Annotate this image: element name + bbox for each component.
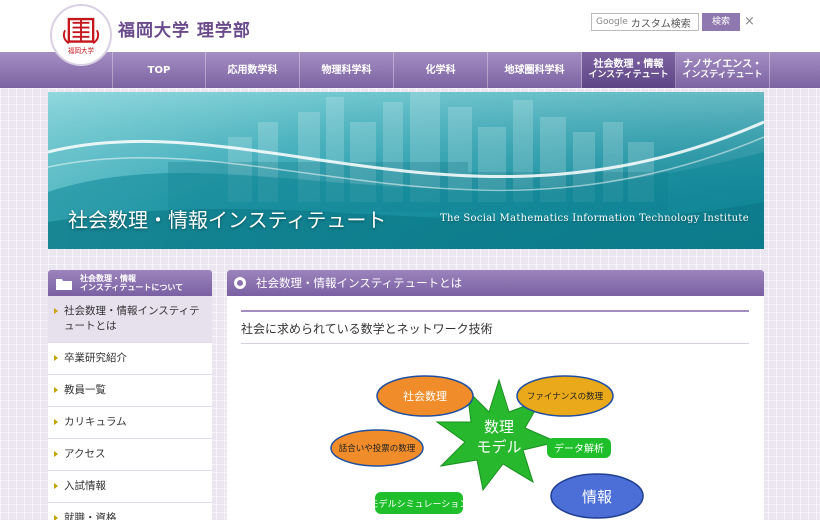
sidebar-item-curriculum[interactable]: カリキュラム (48, 407, 212, 439)
sidebar-item-label: 教員一覧 (64, 384, 106, 396)
main-content: 社会数理・情報インスティテュートとは 社会に求められている数学とネットワーク技術… (227, 270, 764, 520)
node-data-analysis-label: データ解析 (554, 442, 604, 455)
arrow-right-icon (54, 483, 58, 489)
sidebar-item-label: カリキュラム (64, 416, 127, 428)
sidebar-item-label: 就職・資格 (64, 512, 117, 520)
sidebar-item-graduation-research[interactable]: 卒業研究紹介 (48, 343, 212, 375)
nav-item-physics[interactable]: 物理科学科 (300, 52, 394, 88)
nav-label: 地球圏科学科 (504, 64, 565, 76)
sidebar-item-label: 卒業研究紹介 (64, 352, 127, 364)
sidebar-item-admissions[interactable]: 入試情報 (48, 471, 212, 503)
nav-label: 化学科 (425, 64, 456, 76)
logo-caption: 福岡大学 (68, 46, 95, 55)
sidebar-item-label: 入試情報 (64, 480, 106, 492)
node-voting-label: 話合いや投票の数理 (339, 443, 416, 454)
section-heading-text: 社会数理・情報インスティテュートとは (256, 276, 463, 290)
clear-search-icon[interactable]: × (744, 13, 755, 31)
sidebar-heading: 社会数理・情報 インスティテュートについて (48, 270, 212, 296)
concept-diagram: 数理 モデル 社会数理 ファイナンスの数理 話合いや投票の数理 データ解析 情報… (330, 375, 644, 519)
circle-bullet-icon (234, 277, 246, 289)
banner-subtitle: The Social Mathematics Information Techn… (440, 213, 749, 224)
banner-title: 社会数理・情報インスティテュート (68, 208, 387, 232)
nav-item-social-math[interactable]: 社会数理・情報 インスティテュート (582, 52, 676, 88)
sidebar-heading-line2: インスティテュートについて (80, 283, 184, 292)
section-subheading: 社会に求められている数学とネットワーク技術 (241, 310, 749, 344)
arrow-right-icon (54, 419, 58, 425)
node-simulation-label: モデルシミュレーション (370, 498, 469, 510)
university-logo[interactable]: 福岡大学 (50, 4, 112, 66)
sidebar: 社会数理・情報 インスティテュートについて 社会数理・情報インスティテュートとは … (48, 270, 212, 520)
nav-label: TOP (147, 64, 171, 76)
hero-banner: 社会数理・情報インスティテュート The Social Mathematics … (48, 92, 764, 249)
node-social-math-label: 社会数理 (403, 389, 447, 403)
sidebar-item-label: アクセス (64, 448, 106, 460)
sidebar-heading-line1: 社会数理・情報 (80, 274, 136, 283)
sidebar-item-careers[interactable]: 就職・資格 (48, 503, 212, 520)
sidebar-item-faculty[interactable]: 教員一覧 (48, 375, 212, 407)
sidebar-item-about[interactable]: 社会数理・情報インスティテュートとは (48, 296, 212, 343)
arrow-right-icon (54, 387, 58, 393)
nav-label: ナノサイエンス・ (682, 59, 763, 70)
nav-item-top[interactable]: TOP (112, 52, 206, 88)
nav-item-chemistry[interactable]: 化学科 (394, 52, 488, 88)
site-header: 福岡大学 理学部 Google カスタム検索 検索 × (0, 0, 820, 52)
search-button[interactable]: 検索 (702, 13, 740, 31)
folder-icon (54, 270, 74, 296)
nav-label: 応用数学科 (227, 64, 278, 76)
nav-sublabel: インスティテュート (682, 70, 763, 80)
search-placeholder: カスタム検索 (630, 18, 691, 30)
nav-item-earth-science[interactable]: 地球圏科学科 (488, 52, 582, 88)
sidebar-item-access[interactable]: アクセス (48, 439, 212, 471)
section-heading: 社会数理・情報インスティテュートとは (227, 270, 764, 296)
center-label-line2: モデル (476, 438, 521, 456)
arrow-right-icon (54, 451, 58, 457)
global-nav: TOP 応用数学科 物理科学科 化学科 地球圏科学科 社会数理・情報 インスティテ… (0, 52, 820, 88)
site-title[interactable]: 福岡大学 理学部 (118, 16, 251, 41)
arrow-right-icon (54, 515, 58, 520)
nav-label: 社会数理・情報 (593, 59, 664, 70)
nav-label: 物理科学科 (321, 64, 372, 76)
search-input[interactable]: Google カスタム検索 (591, 13, 699, 31)
node-info-label: 情報 (582, 488, 612, 506)
node-finance-label: ファイナンスの数理 (527, 391, 604, 402)
nav-sublabel: インスティテュート (588, 70, 669, 80)
sidebar-item-label: 社会数理・情報インスティテュートとは (64, 305, 200, 332)
center-label-line1: 数理 (484, 418, 514, 436)
arrow-right-icon (54, 308, 58, 314)
nav-item-applied-math[interactable]: 応用数学科 (206, 52, 300, 88)
nav-item-nanoscience[interactable]: ナノサイエンス・ インスティテュート (676, 52, 770, 88)
search-brand-label: Google (596, 17, 628, 27)
arrow-right-icon (54, 355, 58, 361)
